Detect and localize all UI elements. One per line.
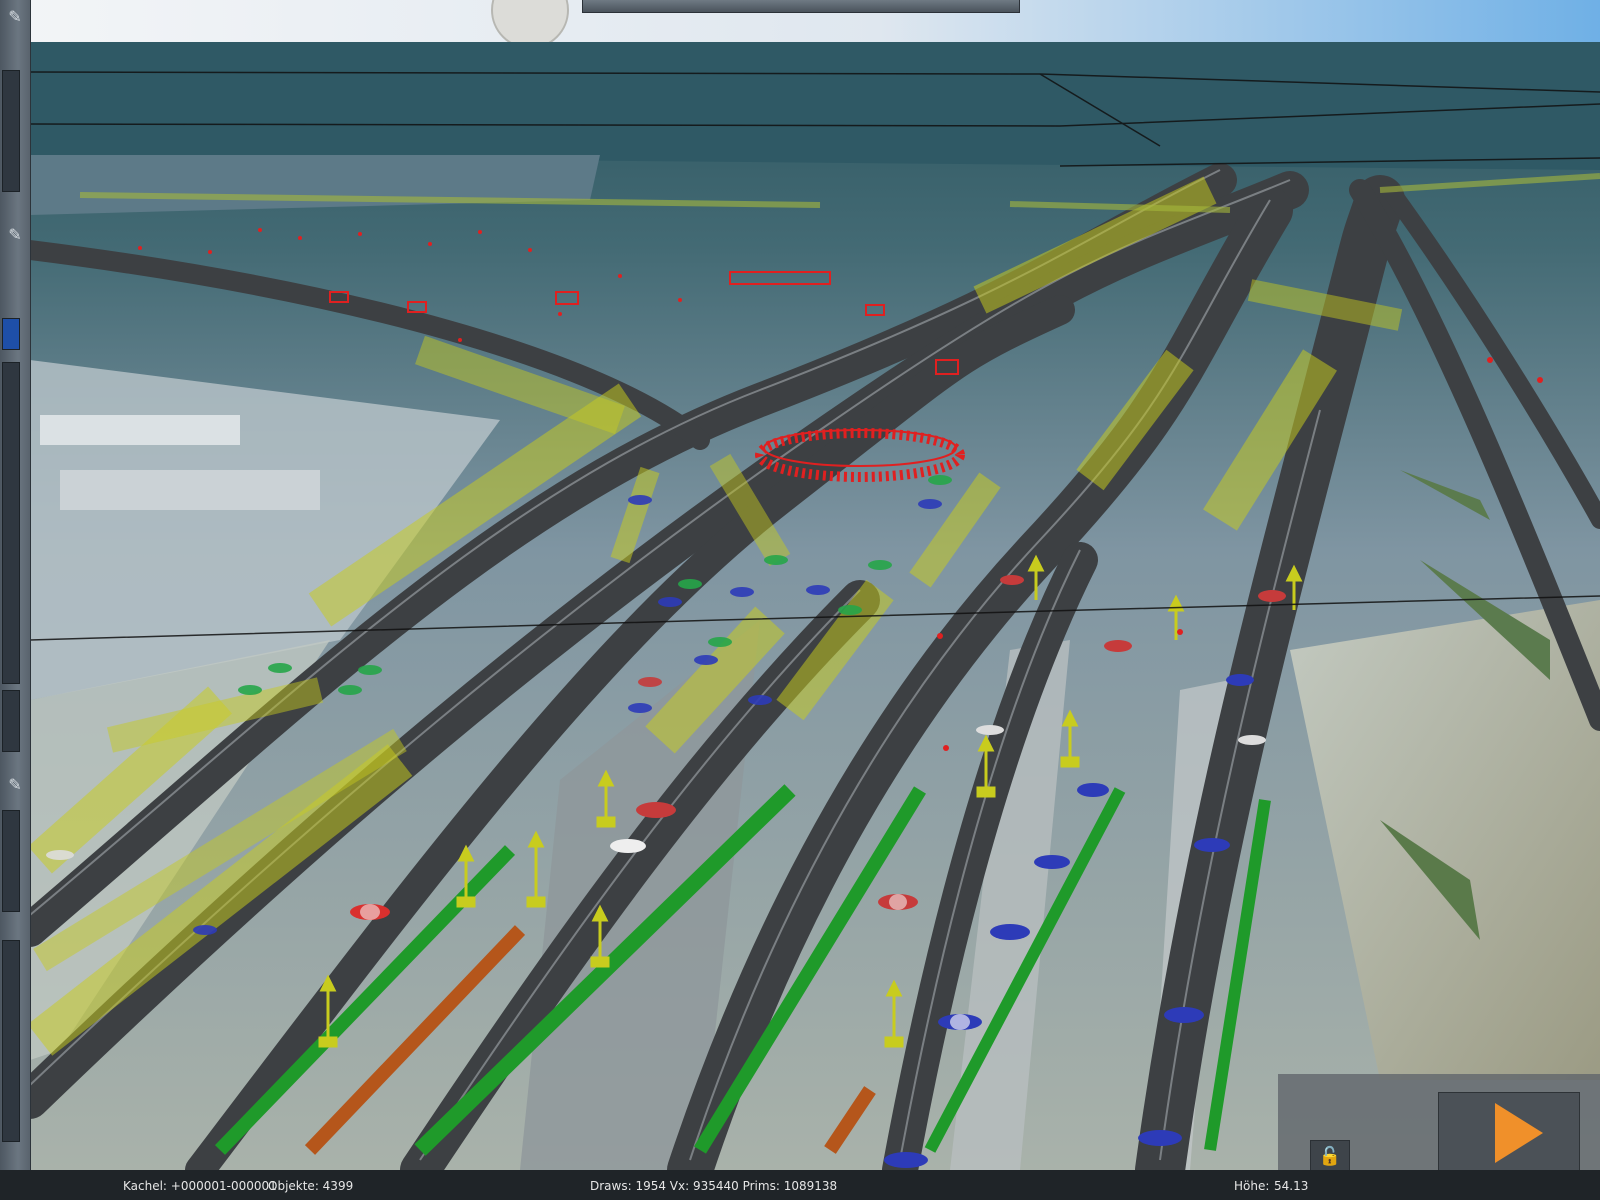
status-bar: Kachel: +000001-000001 Objekte: 4399 Dra… (0, 1170, 1600, 1200)
rail-panel-lower (2, 690, 20, 752)
unlock-icon: 🔓 (1318, 1146, 1342, 1167)
unlock-button[interactable]: 🔓 (1310, 1140, 1350, 1174)
top-toolbar[interactable] (582, 0, 1020, 13)
rail-panel-middle (2, 362, 20, 684)
render-stats: Draws: 1954 Vx: 935440 Prims: 1089138 (590, 1179, 838, 1193)
pin-icon[interactable]: ✎ (2, 772, 28, 798)
height-value: 54.13 (1274, 1179, 1309, 1193)
pin-icon[interactable]: ✎ (2, 4, 28, 30)
rail-panel-bottom (2, 810, 20, 912)
3d-viewport[interactable] (0, 0, 1600, 1200)
left-tool-rail: ✎ ✎ ✎ (0, 0, 31, 1170)
rail-active-indicator (2, 318, 20, 350)
pin-icon[interactable]: ✎ (2, 222, 28, 248)
play-icon (1495, 1103, 1543, 1163)
far-terrain (0, 42, 1600, 170)
play-button[interactable] (1438, 1092, 1580, 1172)
tile-readout: Kachel: +000001-000001 (123, 1179, 277, 1193)
rail-panel-top (2, 70, 20, 192)
left-building (40, 415, 240, 445)
height-label: Höhe: (1234, 1179, 1270, 1193)
objects-readout: Objekte: 4399 (268, 1179, 354, 1193)
left-building-2 (60, 470, 320, 510)
rail-panel-base (2, 940, 20, 1142)
